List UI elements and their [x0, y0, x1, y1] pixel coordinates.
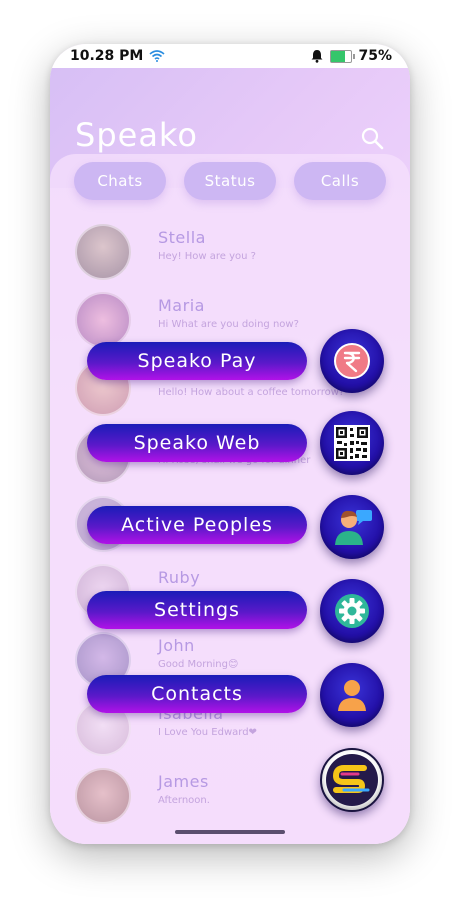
settings-button[interactable]: Settings: [87, 591, 307, 629]
home-indicator[interactable]: [175, 830, 285, 834]
speako-pay-button[interactable]: Speako Pay: [87, 342, 307, 380]
speako-web-button[interactable]: Speako Web: [87, 424, 307, 462]
speako-web-fab[interactable]: [320, 411, 384, 475]
active-peoples-button[interactable]: Active Peoples: [87, 506, 307, 544]
active-peoples-fab[interactable]: [320, 495, 384, 559]
active-people-icon: [335, 510, 372, 545]
speako-pay-fab[interactable]: [320, 329, 384, 393]
gear-icon: [335, 594, 369, 628]
contact-icon: [338, 680, 366, 711]
settings-fab[interactable]: [320, 579, 384, 643]
speako-main-fab[interactable]: [320, 748, 384, 812]
qr-code-icon: [334, 425, 370, 461]
contacts-fab[interactable]: [320, 663, 384, 727]
speako-logo-icon: [326, 754, 378, 806]
rupee-icon: [334, 343, 370, 379]
contacts-button[interactable]: Contacts: [87, 675, 307, 713]
phone-screen: 10.28 PM 75% Speako Chats Status Calls S…: [50, 44, 410, 844]
fab-menu: Speako Pay Speako Web Active Peoples Set…: [50, 44, 410, 844]
